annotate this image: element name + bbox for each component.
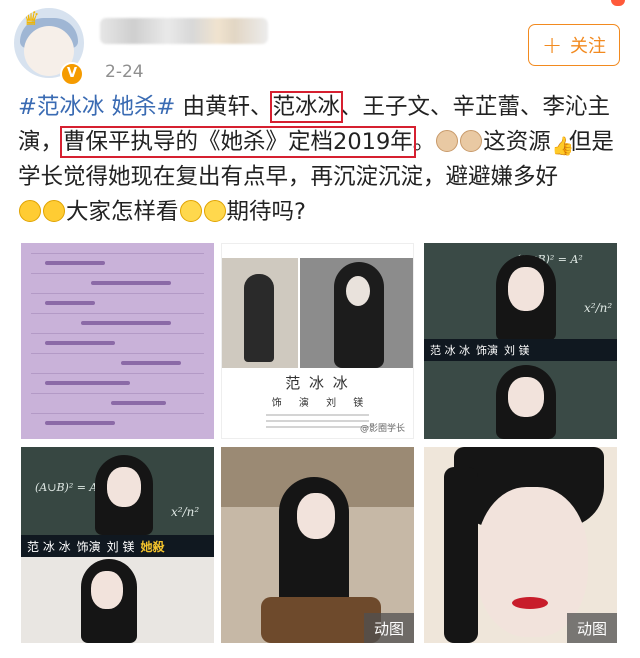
banner-role: 饰演 bbox=[476, 344, 498, 357]
username-blurred[interactable] bbox=[100, 18, 268, 44]
poster-role-name: 刘 镁 bbox=[326, 398, 364, 409]
poster-text-line bbox=[266, 420, 369, 422]
image-banner: 范 冰 冰 饰演 刘 镁 bbox=[424, 339, 617, 361]
table-text bbox=[91, 281, 171, 285]
image-cast-list[interactable] bbox=[21, 243, 214, 439]
post-text-segment: 这资源 bbox=[483, 129, 551, 155]
image-classroom-gif[interactable]: 动图 bbox=[221, 447, 414, 643]
figure-hair-side bbox=[444, 467, 478, 643]
verified-badge-icon: V bbox=[60, 62, 84, 86]
image-character-poster[interactable]: 范 冰 冰 饰 演 刘 镁 @影圈学长 bbox=[221, 243, 414, 439]
board-formula: (A∪B)² = A² bbox=[35, 481, 102, 494]
image-closeup-gif[interactable]: 动图 bbox=[424, 447, 617, 643]
post-date: 2-24 bbox=[105, 62, 144, 82]
image-blackboard-still[interactable]: (A∪B)² = A² x²/n² 范 冰 冰 饰演 刘 镁 bbox=[424, 243, 617, 439]
highlighted-actor-name: 范冰冰 bbox=[269, 91, 344, 123]
board-formula: x²/n² bbox=[171, 505, 200, 519]
table-line bbox=[31, 393, 204, 394]
follow-button[interactable]: + 关注 bbox=[528, 24, 620, 66]
banner-name: 范 冰 冰 bbox=[27, 539, 71, 554]
table-text bbox=[45, 301, 95, 305]
poster-figure bbox=[244, 274, 274, 362]
figure-face bbox=[91, 571, 123, 609]
figure-lips bbox=[512, 597, 548, 609]
poster-role-label: 饰 演 bbox=[271, 398, 309, 409]
poster-text-line bbox=[266, 414, 369, 416]
figure-face bbox=[297, 493, 335, 539]
table-line bbox=[31, 293, 204, 294]
table-line bbox=[31, 373, 204, 374]
notification-dot bbox=[611, 0, 625, 6]
banner-title: 她殺 bbox=[140, 539, 165, 554]
table-text bbox=[121, 361, 181, 365]
table-line bbox=[31, 413, 204, 414]
table-line bbox=[31, 353, 204, 354]
banner-name: 范 冰 冰 bbox=[430, 344, 470, 357]
gif-badge: 动图 bbox=[364, 613, 414, 643]
poster-watermark: @影圈学长 bbox=[359, 424, 405, 434]
poster-face bbox=[346, 276, 370, 306]
plus-icon: + bbox=[541, 31, 563, 59]
table-line bbox=[31, 313, 204, 314]
table-text bbox=[45, 421, 115, 425]
cat-emoji-icon bbox=[460, 130, 483, 152]
cat-emoji-icon bbox=[436, 130, 459, 152]
highlighted-release-info: 曹保平执导的《她杀》定档2019年 bbox=[60, 126, 416, 158]
drool-emoji-icon bbox=[19, 200, 41, 222]
poster-role-line: 饰 演 刘 镁 bbox=[222, 394, 413, 409]
banner-role-name: 刘 镁 bbox=[504, 344, 530, 357]
table-line bbox=[31, 253, 204, 254]
banner-role-name: 刘 镁 bbox=[106, 539, 135, 554]
drool-emoji-icon bbox=[43, 200, 65, 222]
post-text-segment: 期待吗? bbox=[226, 199, 306, 225]
gif-badge: 动图 bbox=[567, 613, 617, 643]
table-line bbox=[31, 333, 204, 334]
banner-role: 饰演 bbox=[76, 539, 101, 554]
thinking-emoji-icon bbox=[203, 200, 226, 222]
table-text bbox=[81, 321, 171, 325]
board-formula: x²/n² bbox=[584, 301, 613, 315]
post-text-segment: 由黄轩、 bbox=[175, 94, 273, 120]
image-banner: 范 冰 冰 饰演 刘 镁 她殺 bbox=[21, 535, 214, 557]
thinking-emoji-icon bbox=[179, 200, 202, 222]
table-text bbox=[45, 341, 115, 345]
image-bag bbox=[261, 597, 381, 643]
table-line bbox=[31, 273, 204, 274]
follow-button-label: 关注 bbox=[570, 36, 607, 57]
post-text-segment: 大家怎样看 bbox=[66, 199, 179, 225]
table-text bbox=[45, 381, 130, 385]
thumbs-up-emoji-icon: 👍 bbox=[551, 136, 575, 157]
image-blackboard-banner[interactable]: (A∪B)² = A² x²/n² 范 冰 冰 饰演 刘 镁 她殺 bbox=[21, 447, 214, 643]
table-text bbox=[45, 261, 105, 265]
figure-face bbox=[508, 267, 544, 311]
crown-icon: ♛ bbox=[22, 8, 40, 30]
figure-face bbox=[508, 377, 544, 417]
figure-face bbox=[107, 467, 141, 507]
poster-text-line bbox=[266, 426, 369, 428]
post-text: #范冰冰 她杀# 由黄轩、范冰冰、王子文、辛芷蕾、李沁主演，曹保平执导的《她杀》… bbox=[18, 90, 626, 230]
poster-actor-name: 范 冰 冰 bbox=[285, 374, 350, 392]
hashtag-link[interactable]: #范冰冰 她杀# bbox=[18, 94, 175, 120]
post-text-segment: 。 bbox=[412, 129, 436, 155]
table-text bbox=[111, 401, 166, 405]
